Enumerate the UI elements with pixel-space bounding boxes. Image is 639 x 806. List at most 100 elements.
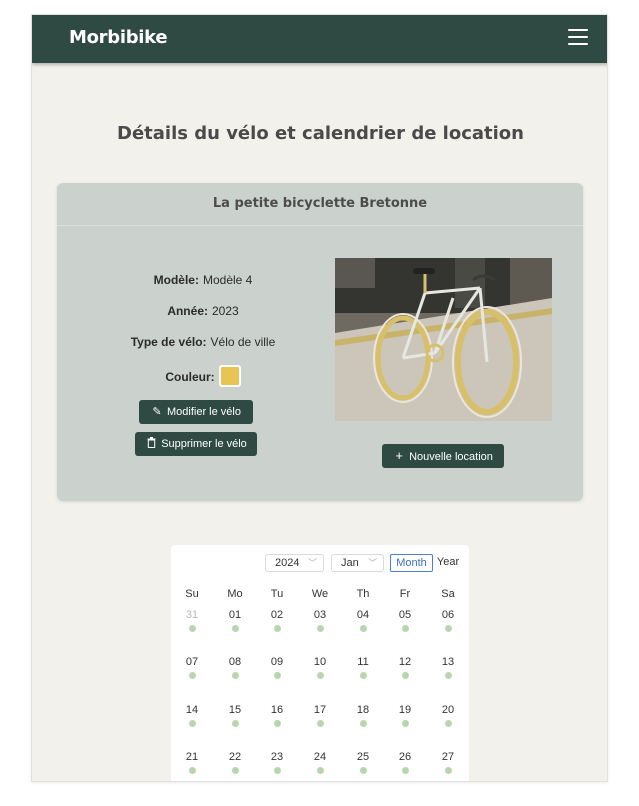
day-number: 22 <box>228 751 242 763</box>
day-number: 17 <box>313 704 327 716</box>
weekday-tu: Tu <box>270 588 284 600</box>
day-number: 08 <box>228 656 242 668</box>
day-cell[interactable]: 22 <box>215 751 255 781</box>
day-number: 16 <box>270 704 284 716</box>
edit-bike-label: Modifier le vélo <box>167 406 241 418</box>
detail-model-value: Modèle 4 <box>202 273 253 287</box>
day-number: 26 <box>398 751 412 763</box>
day-cell[interactable]: 21 <box>172 751 212 781</box>
day-cell[interactable]: 06 <box>428 609 468 649</box>
day-number: 04 <box>356 609 370 621</box>
day-number: 21 <box>185 751 199 763</box>
availability-dot <box>359 720 367 727</box>
availability-dot <box>231 672 239 679</box>
day-cell[interactable]: 13 <box>428 656 468 696</box>
day-cell[interactable]: 31 <box>172 609 212 649</box>
availability-dot <box>444 767 452 774</box>
day-cell[interactable]: 20 <box>428 704 468 744</box>
weekday-we: We <box>311 588 329 600</box>
hamburger-menu-icon[interactable] <box>568 28 588 46</box>
availability-dot <box>316 625 324 632</box>
day-cell[interactable]: 17 <box>300 704 340 744</box>
edit-bike-button[interactable]: ✎ Modifier le vélo <box>139 400 253 424</box>
availability-dot <box>359 672 367 679</box>
availability-dot <box>401 767 409 774</box>
day-number: 07 <box>185 656 199 668</box>
day-number: 20 <box>441 704 455 716</box>
card-header: La petite bicyclette Bretonne <box>57 183 583 226</box>
app-frame: Morbibike Détails du vélo et calendrier … <box>31 14 608 782</box>
day-number: 19 <box>398 704 412 716</box>
mode-year-button[interactable]: Year <box>433 554 463 572</box>
day-number: 13 <box>441 656 455 668</box>
detail-model-label: Modèle: <box>153 273 199 287</box>
day-cell[interactable]: 09 <box>257 656 297 696</box>
detail-year-value: 2023 <box>211 304 239 318</box>
day-cell[interactable]: 12 <box>385 656 425 696</box>
day-number: 10 <box>313 656 327 668</box>
day-cell[interactable]: 02 <box>257 609 297 649</box>
mode-month-button[interactable]: Month <box>390 554 433 572</box>
availability-dot <box>444 625 452 632</box>
availability-dot <box>188 767 196 774</box>
day-cell[interactable]: 19 <box>385 704 425 744</box>
day-cell[interactable]: 01 <box>215 609 255 649</box>
day-cell[interactable]: 15 <box>215 704 255 744</box>
availability-dot <box>316 767 324 774</box>
new-rental-button[interactable]: + Nouvelle location <box>382 444 504 468</box>
day-number: 03 <box>313 609 327 621</box>
month-select[interactable]: Jan ﹀ <box>331 554 384 572</box>
availability-dot <box>273 625 281 632</box>
day-number: 25 <box>356 751 370 763</box>
day-cell[interactable]: 23 <box>257 751 297 781</box>
availability-dot <box>273 720 281 727</box>
detail-color: Couleur: <box>53 365 353 387</box>
day-number: 09 <box>270 656 284 668</box>
detail-type-label: Type de vélo: <box>130 335 207 349</box>
weekday-mo: Mo <box>227 588 243 600</box>
day-number: 12 <box>398 656 412 668</box>
detail-type-value: Vélo de ville <box>210 335 276 349</box>
day-cell[interactable]: 26 <box>385 751 425 781</box>
month-select-value: Jan <box>341 557 359 569</box>
availability-dot <box>231 767 239 774</box>
day-number: 24 <box>313 751 327 763</box>
availability-dot <box>444 720 452 727</box>
day-cell[interactable]: 16 <box>257 704 297 744</box>
day-cell[interactable]: 18 <box>343 704 383 744</box>
bike-photo <box>335 258 552 421</box>
detail-year: Année: 2023 <box>53 304 353 318</box>
day-cell[interactable]: 11 <box>343 656 383 696</box>
day-cell[interactable]: 07 <box>172 656 212 696</box>
weekday-sa: Sa <box>441 588 455 600</box>
day-number: 02 <box>270 609 284 621</box>
day-cell[interactable]: 24 <box>300 751 340 781</box>
day-cell[interactable]: 25 <box>343 751 383 781</box>
day-cell[interactable]: 04 <box>343 609 383 649</box>
day-cell[interactable]: 27 <box>428 751 468 781</box>
availability-dot <box>231 720 239 727</box>
day-cell[interactable]: 08 <box>215 656 255 696</box>
day-cell[interactable]: 05 <box>385 609 425 649</box>
availability-dot <box>316 672 324 679</box>
availability-dot <box>401 720 409 727</box>
weekday-su: Su <box>185 588 199 600</box>
delete-bike-button[interactable]: Supprimer le vélo <box>135 432 257 456</box>
day-cell[interactable]: 10 <box>300 656 340 696</box>
day-number: 31 <box>185 609 199 621</box>
day-cell[interactable]: 14 <box>172 704 212 744</box>
availability-dot <box>401 672 409 679</box>
brand-logo[interactable]: Morbibike <box>69 27 168 48</box>
day-number: 27 <box>441 751 455 763</box>
availability-dot <box>316 720 324 727</box>
availability-dot <box>273 672 281 679</box>
availability-dot <box>359 767 367 774</box>
new-rental-label: Nouvelle location <box>409 451 493 463</box>
year-select-value: 2024 <box>275 557 300 569</box>
trash-icon <box>145 432 157 456</box>
weekday-th: Th <box>356 588 370 600</box>
day-cell[interactable]: 03 <box>300 609 340 649</box>
year-select[interactable]: 2024 ﹀ <box>265 554 324 572</box>
detail-model: Modèle: Modèle 4 <box>53 273 353 287</box>
pencil-icon: ✎ <box>152 406 162 418</box>
